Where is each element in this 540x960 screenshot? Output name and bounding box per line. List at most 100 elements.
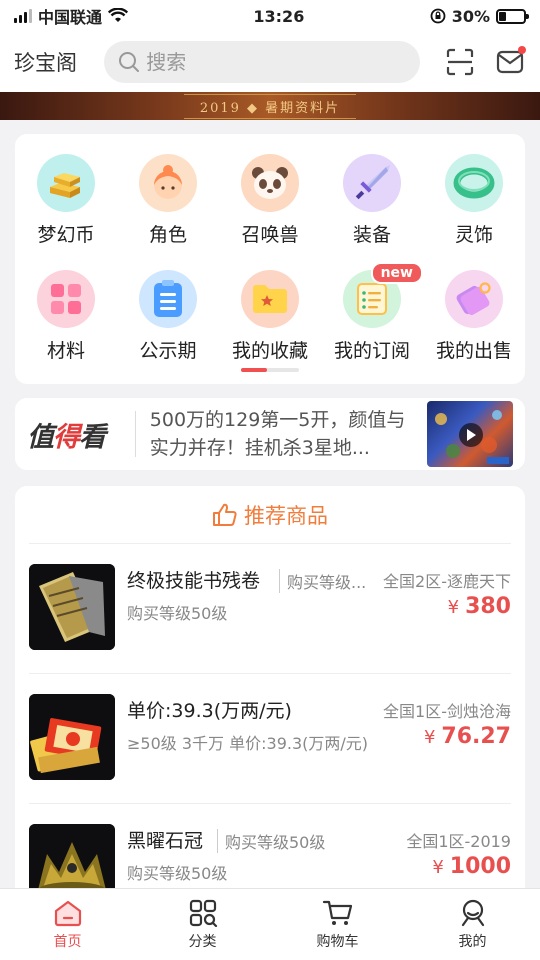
category-label: 梦幻币 [37,224,95,246]
price-value: 76.27 [441,724,511,749]
promo-banner[interactable]: 2019 ◆ 暑期资料片 [0,92,540,120]
product-server: 全国2区-逐鹿天下 [383,572,511,591]
category-character[interactable]: 角色 [118,154,218,247]
scan-button[interactable] [444,44,476,80]
sword-icon [343,154,401,212]
divider [134,411,136,457]
tab-label: 首页 [53,934,82,950]
profile-icon [461,899,484,927]
jade-ring-icon [445,154,503,212]
play-icon [459,423,484,447]
category-label: 我的订阅 [333,340,410,362]
tab-label: 购物车 [316,934,359,950]
product-server: 全国1区-剑烛沧海 [383,702,511,721]
featured-article-text: 500万的129第一5开，颜值与实力并存！挂机杀3星地... [149,409,406,459]
category-icon [189,899,217,927]
product-name: 终极技能书残卷 [127,570,261,592]
price-value: 380 [465,594,511,619]
recommended-products: 推荐商品 终极技能书残卷 购买等级... 全国2区-逐鹿天下 购买等级50级 ¥… [15,486,525,906]
cart-icon [322,900,352,925]
featured-article-card[interactable]: 值得看 500万的129第一5开，颜值与实力并存！挂机杀3星地... [15,398,525,470]
battery-percent: 30% [451,6,490,26]
product-tag: 购买等级50级 [217,829,325,853]
tab-label: 分类 [188,934,217,950]
message-button[interactable] [494,44,527,80]
category-label: 我的收藏 [231,340,308,362]
category-pager [241,368,299,372]
product-server: 全国1区-2019 [406,832,511,851]
status-right: 30% [430,6,529,26]
category-label: 角色 [148,224,187,246]
search-input[interactable] [146,50,387,74]
logo-char: 值 [27,421,54,453]
category-materials[interactable]: 材料 [16,270,116,363]
search-icon [119,52,140,72]
tab-cart[interactable]: 购物车 [270,889,405,960]
product-description: ≥50级 3千万 单价:39.3(万两/元) [127,734,369,753]
recommended-title: 推荐商品 [244,503,328,528]
tab-home[interactable]: 首页 [0,889,135,960]
wifi-icon [108,8,129,22]
product-price: ¥380 [448,594,511,619]
tab-category[interactable]: 分类 [135,889,270,960]
bottom-tab-bar: 首页 分类 购物车 我的 [0,888,540,960]
category-label: 材料 [46,340,85,362]
price-value: 1000 [449,854,511,879]
product-tag: 购买等级... [279,569,366,593]
app-title: 珍宝阁 [14,51,77,75]
logo-char: 看 [79,421,106,453]
signal-icon [14,9,32,23]
clock-time: 13:26 [253,6,305,26]
category-label: 灵饰 [454,224,493,246]
currency-symbol: ¥ [447,597,460,618]
product-price: ¥76.27 [424,724,511,749]
pager-active-indicator [241,368,267,372]
home-icon [54,900,81,927]
product-description: 购买等级50级 [127,864,228,883]
unread-dot [518,46,527,54]
category-label: 装备 [352,224,391,246]
category-currency[interactable]: 梦幻币 [16,154,116,247]
rotation-lock-icon [430,8,446,24]
product-item[interactable]: 单价:39.3(万两/元) 全国1区-剑烛沧海 ≥50级 3千万 单价:39.3… [29,674,511,804]
thumbs-up-icon [213,503,237,526]
scan-icon [447,48,474,76]
subscription-icon: new [343,262,423,328]
battery-icon [496,8,529,24]
tab-profile[interactable]: 我的 [405,889,540,960]
product-description: 购买等级50级 [127,604,228,623]
sale-tag-icon [445,270,503,328]
category-grid: 梦幻币 角色 召唤兽 装备 灵饰 材料 公示期 我的收藏 new 我的订阅 我的… [15,134,525,384]
banner-text: 2019 ◆ 暑期资料片 [183,93,357,119]
recommended-header: 推荐商品 [29,486,511,544]
category-accessory[interactable]: 灵饰 [424,154,524,247]
category-equipment[interactable]: 装备 [322,154,422,247]
character-icon [139,154,197,212]
product-price: ¥1000 [432,854,511,879]
search-bar[interactable] [104,41,421,83]
folder-star-icon [241,270,299,328]
notice-icon [139,270,197,328]
product-item[interactable]: 终极技能书残卷 购买等级... 全国2区-逐鹿天下 购买等级50级 ¥380 [29,544,511,674]
product-name: 单价:39.3(万两/元) [127,700,292,722]
materials-icon [37,270,95,328]
product-image [29,564,115,650]
category-pet[interactable]: 召唤兽 [220,154,320,247]
gold-bars-icon [37,154,95,212]
currency-symbol: ¥ [423,727,436,748]
category-favorites[interactable]: 我的收藏 [220,270,320,363]
panda-icon [241,154,299,212]
tab-label: 我的 [458,934,487,950]
status-left: 中国联通 [14,4,129,28]
category-my-sales[interactable]: 我的出售 [424,270,524,363]
product-image [29,694,115,780]
category-notice-period[interactable]: 公示期 [118,270,218,363]
featured-logo: 值得看 [27,415,131,454]
product-name: 黑曜石冠 [127,830,204,852]
video-thumbnail[interactable] [427,401,513,467]
currency-symbol: ¥ [432,857,444,878]
category-label: 公示期 [139,340,197,362]
status-bar: 中国联通 13:26 30% [0,0,540,32]
category-subscriptions[interactable]: new 我的订阅 [322,262,423,363]
header: 珍宝阁 [0,32,540,92]
